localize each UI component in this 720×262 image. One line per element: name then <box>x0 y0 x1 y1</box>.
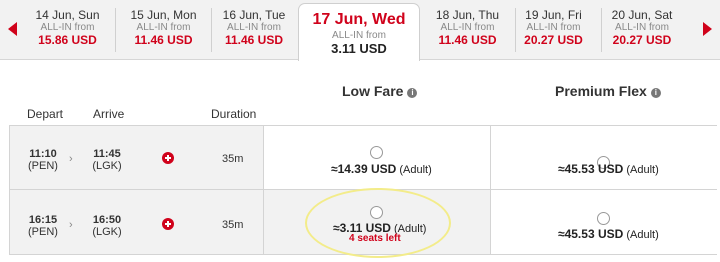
premium-flex-cell[interactable]: ≈45.53 USD (Adult) <box>491 126 717 189</box>
low-fare-radio[interactable] <box>370 146 383 159</box>
divider <box>490 190 491 254</box>
depart-time: 11:10 <box>29 148 57 160</box>
next-dates-icon[interactable] <box>703 22 712 36</box>
arrive-time: 16:50 <box>92 214 122 226</box>
depart-column-header: Depart <box>27 107 64 121</box>
low-fare-header: Low Fare i <box>342 83 418 99</box>
depart-code: (PEN) <box>28 160 58 172</box>
premium-flex-cell[interactable]: ≈45.53 USD (Adult) <box>491 190 717 254</box>
divider <box>490 126 491 189</box>
low-fare-label: Low Fare <box>342 83 404 99</box>
date-tab-price: 11.46 USD <box>438 33 497 47</box>
flight-row: ≈3.11 USD (Adult) 4 seats left ≈45.53 US… <box>9 190 717 255</box>
low-fare-amount: ≈14.39 USD <box>331 162 397 176</box>
info-icon[interactable]: i <box>650 88 661 98</box>
premium-flex-pax: (Adult) <box>626 229 659 241</box>
premium-flex-label: Premium Flex <box>555 83 647 99</box>
date-tab-label: 19 Jun, Fri <box>525 8 582 22</box>
premium-flex-price: ≈45.53 USD (Adult) <box>558 227 659 241</box>
date-tab-17-jun-selected[interactable]: 17 Jun, Wed ALL-IN from 3.11 USD <box>298 3 420 61</box>
chevron-right-icon: › <box>69 153 73 165</box>
flight-row: ≈14.39 USD (Adult) ≈45.53 USD (Adult) 11… <box>9 125 717 190</box>
low-fare-cell[interactable]: ≈3.11 USD (Adult) 4 seats left <box>263 190 490 254</box>
date-tab-price: 20.27 USD <box>612 33 672 47</box>
depart-time: 16:15 <box>28 214 58 226</box>
date-tab-14-jun[interactable]: 14 Jun, Sun ALL-IN from 15.86 USD <box>20 8 116 52</box>
date-tab-label: 20 Jun, Sat <box>611 8 673 22</box>
premium-flex-header: Premium Flex i <box>555 83 661 99</box>
arrive-code: (LGK) <box>92 226 122 238</box>
date-tab-label: 16 Jun, Tue <box>222 8 286 22</box>
arrive-code: (LGK) <box>92 160 122 172</box>
date-tab-20-jun[interactable]: 20 Jun, Sat ALL-IN from 20.27 USD <box>594 8 690 52</box>
date-tab-label: 15 Jun, Mon <box>130 8 197 22</box>
date-tab-price: 11.46 USD <box>224 33 284 47</box>
date-tab-price: 15.86 USD <box>38 33 97 47</box>
low-fare-pax: (Adult) <box>399 164 432 176</box>
premium-flex-pax: (Adult) <box>626 164 659 176</box>
date-tab-allin: ALL-IN from <box>227 22 281 33</box>
premium-flex-radio[interactable] <box>597 212 610 225</box>
flight-details-icon[interactable] <box>162 152 174 164</box>
flight-duration: 35m <box>222 219 244 231</box>
date-tab-allin: ALL-IN from <box>526 22 581 33</box>
chevron-right-icon: › <box>69 219 73 231</box>
date-tab-allin: ALL-IN from <box>440 22 495 33</box>
depart-code: (PEN) <box>28 226 58 238</box>
arrive-time: 11:45 <box>93 148 121 160</box>
flight-details-icon[interactable] <box>162 218 174 230</box>
date-tab-price: 20.27 USD <box>524 33 583 47</box>
divider <box>263 190 264 254</box>
arrive-column-header: Arrive <box>93 107 125 121</box>
date-tab-15-jun[interactable]: 15 Jun, Mon ALL-IN from 11.46 USD <box>116 8 212 52</box>
divider <box>263 126 264 189</box>
date-tab-allin: ALL-IN from <box>332 30 386 41</box>
date-tab-price: 3.11 USD <box>331 41 387 56</box>
date-strip: 14 Jun, Sun ALL-IN from 15.86 USD 15 Jun… <box>0 0 720 61</box>
premium-flex-amount: ≈45.53 USD <box>558 227 624 241</box>
date-tab-label: 14 Jun, Sun <box>35 8 100 22</box>
date-tab-allin: ALL-IN from <box>136 22 191 33</box>
low-fare-cell[interactable]: ≈14.39 USD (Adult) <box>263 126 490 189</box>
duration-column-header: Duration <box>211 107 257 121</box>
prev-dates-icon[interactable] <box>8 22 17 36</box>
low-fare-radio[interactable] <box>370 206 383 219</box>
date-tab-16-jun[interactable]: 16 Jun, Tue ALL-IN from 11.46 USD <box>206 8 302 52</box>
date-tab-label: 17 Jun, Wed <box>312 11 406 28</box>
premium-flex-price: ≈45.53 USD (Adult) <box>558 162 659 176</box>
date-tab-label: 18 Jun, Thu <box>435 8 500 22</box>
date-tab-price: 11.46 USD <box>134 33 193 47</box>
low-fare-price: ≈14.39 USD (Adult) <box>331 162 432 176</box>
flight-duration: 35m <box>222 153 244 165</box>
date-tab-18-jun[interactable]: 18 Jun, Thu ALL-IN from 11.46 USD <box>420 8 516 52</box>
seats-left-badge: 4 seats left <box>349 233 401 244</box>
date-tab-allin: ALL-IN from <box>40 22 95 33</box>
info-icon[interactable]: i <box>407 88 418 98</box>
date-tab-19-jun[interactable]: 19 Jun, Fri ALL-IN from 20.27 USD <box>506 8 602 52</box>
premium-flex-amount: ≈45.53 USD <box>558 162 624 176</box>
date-tab-allin: ALL-IN from <box>615 22 669 33</box>
